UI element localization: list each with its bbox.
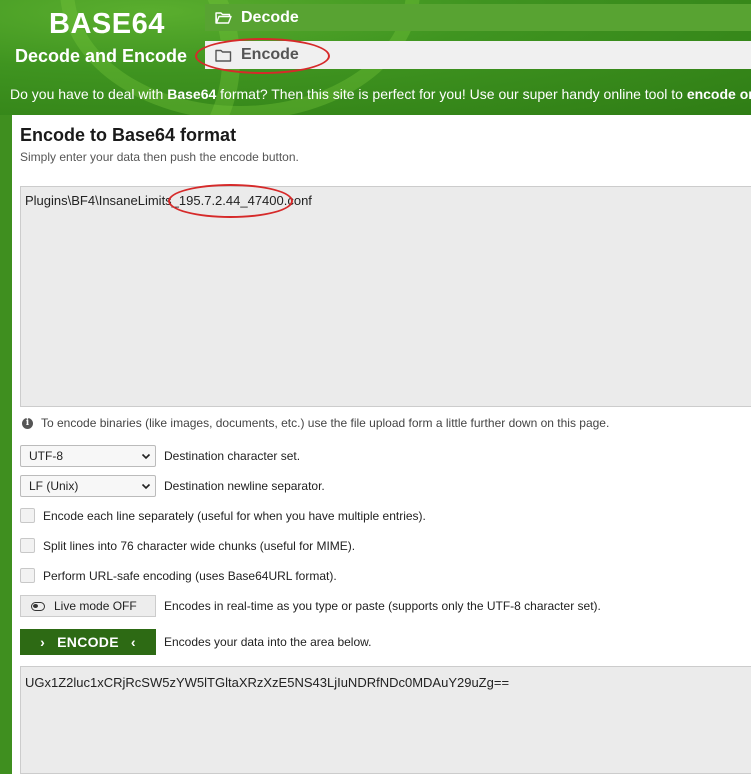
charset-selected-value: UTF-8 — [29, 449, 63, 463]
live-mode-toggle-button[interactable]: Live mode OFF — [20, 595, 156, 617]
binary-info-note: i To encode binaries (like images, docum… — [22, 416, 609, 430]
logo-title[interactable]: BASE64 — [49, 8, 165, 41]
tagline-bold-encode: encode or decode your data. — [686, 86, 751, 102]
live-mode-label: Live mode OFF — [54, 599, 137, 613]
site-tagline: Do you have to deal with Base64 format? … — [10, 86, 751, 102]
logo-subtitle: Decode and Encode — [15, 46, 188, 66]
newline-label: Destination newline separator. — [164, 479, 325, 493]
live-mode-row: Live mode OFF Encodes in real-time as yo… — [20, 595, 601, 617]
chevron-right-icon: › — [40, 634, 46, 650]
folder-icon — [215, 49, 232, 62]
option-each-line-row: Encode each line separately (useful for … — [20, 508, 426, 523]
chevron-down-icon — [141, 453, 151, 460]
nav-encode-label: Encode — [241, 46, 299, 63]
encode-button[interactable]: › ENCODE ‹ — [20, 629, 156, 655]
newline-selected-value: LF (Unix) — [29, 479, 79, 493]
encode-panel: Encode to Base64 format Simply enter you… — [12, 115, 751, 774]
charset-select[interactable]: UTF-8 — [20, 445, 156, 467]
charset-row: UTF-8 Destination character set. — [20, 445, 300, 467]
encode-each-line-label: Encode each line separately (useful for … — [43, 508, 426, 523]
encode-each-line-checkbox[interactable] — [20, 508, 35, 523]
newline-select[interactable]: LF (Unix) — [20, 475, 156, 497]
tagline-prefix: Do you have to deal with — [10, 86, 168, 102]
url-safe-checkbox[interactable] — [20, 568, 35, 583]
nav-encode-tab[interactable]: Encode — [205, 41, 751, 69]
page-title: Encode to Base64 format — [20, 125, 237, 145]
live-mode-description: Encodes in real-time as you type or past… — [164, 599, 601, 613]
tagline-bold-base64: Base64 — [167, 86, 217, 102]
folder-open-icon — [215, 12, 232, 24]
split-lines-label: Split lines into 76 character wide chunk… — [43, 538, 356, 553]
newline-row: LF (Unix) Destination newline separator. — [20, 475, 325, 497]
site-header: BASE64 Decode and Encode Decode Encode D… — [0, 0, 751, 115]
page-subtitle: Simply enter your data then push the enc… — [20, 150, 299, 164]
info-icon: i — [22, 417, 33, 429]
encode-description: Encodes your data into the area below. — [164, 635, 372, 649]
charset-label: Destination character set. — [164, 449, 301, 463]
encode-row: › ENCODE ‹ Encodes your data into the ar… — [20, 629, 371, 655]
tagline-middle: format? Then this site is perfect for yo… — [216, 86, 687, 102]
chevron-left-icon: ‹ — [130, 634, 136, 650]
option-url-safe-row: Perform URL-safe encoding (uses Base64UR… — [20, 568, 337, 583]
nav-decode-tab[interactable]: Decode — [205, 4, 751, 31]
chevron-down-icon — [141, 483, 151, 490]
encode-button-label: ENCODE — [57, 634, 119, 650]
source-input-textarea[interactable]: Plugins\BF4\InsaneLimits_195.7.2.44_4740… — [20, 186, 751, 407]
url-safe-label: Perform URL-safe encoding (uses Base64UR… — [43, 568, 337, 583]
nav-decode-label: Decode — [241, 8, 299, 26]
toggle-off-icon — [31, 601, 45, 611]
info-text: To encode binaries (like images, documen… — [41, 416, 610, 430]
split-lines-checkbox[interactable] — [20, 538, 35, 553]
result-output-textarea[interactable]: UGx1Z2luc1xCRjRcSW5zYW5lTGltaXRzXzE5NS43… — [20, 666, 751, 774]
option-split-lines-row: Split lines into 76 character wide chunk… — [20, 538, 355, 553]
